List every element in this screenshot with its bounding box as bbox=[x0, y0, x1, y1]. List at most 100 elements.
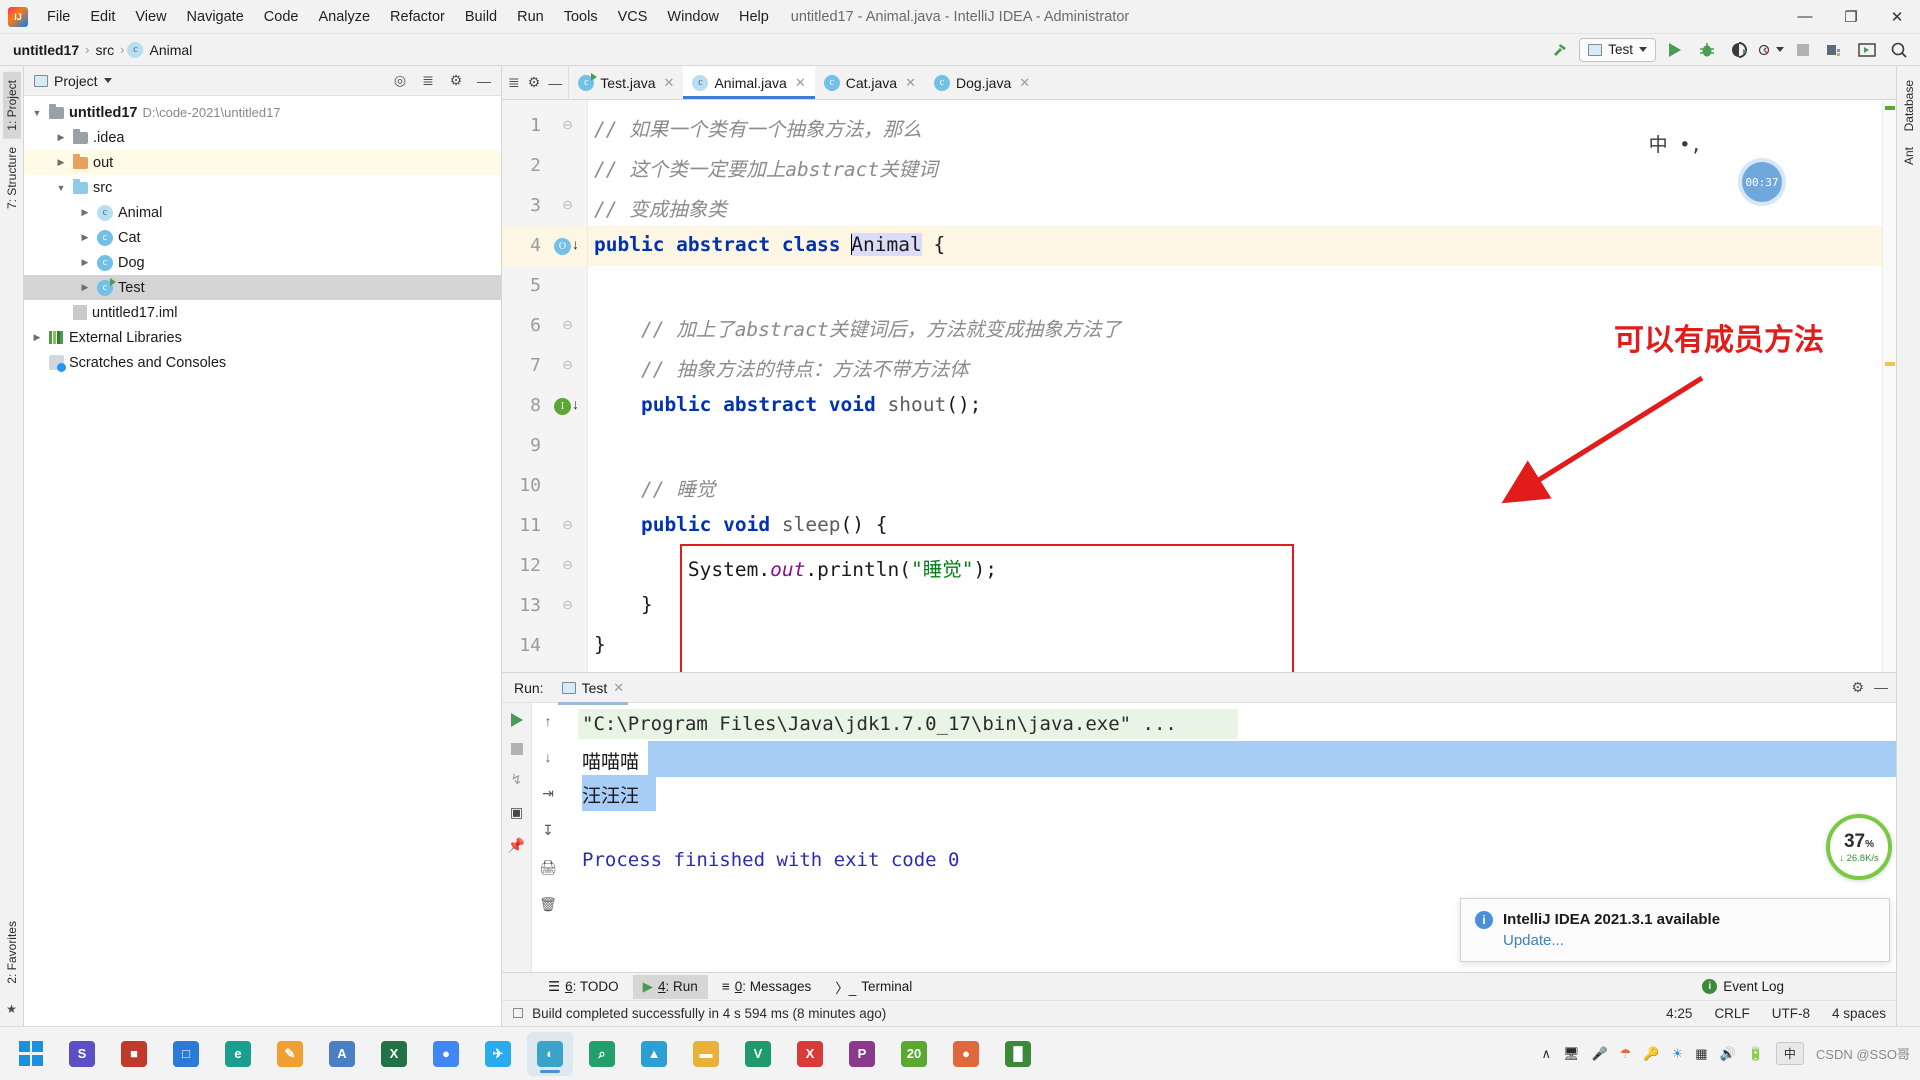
taskbar-telegram-app[interactable]: ✈ bbox=[475, 1032, 521, 1076]
menu-item-file[interactable]: File bbox=[38, 5, 79, 29]
chevron-right-icon[interactable]: ▶ bbox=[54, 132, 68, 143]
caret-position[interactable]: 4:25 bbox=[1666, 1006, 1692, 1021]
code-fold-icon[interactable]: ⊖ bbox=[562, 117, 573, 133]
implemented-method-marker[interactable]: I ↓ bbox=[554, 396, 579, 415]
taskbar-snipaste-app[interactable]: S bbox=[59, 1032, 105, 1076]
taskbar-bluestacks-app[interactable]: □ bbox=[163, 1032, 209, 1076]
chevron-right-icon[interactable]: ▶ bbox=[78, 207, 92, 218]
scroll-to-end-icon[interactable]: ↧ bbox=[542, 822, 554, 839]
code-line[interactable]: public abstract class Animal { bbox=[588, 226, 1882, 266]
editor-scroll-markers[interactable] bbox=[1882, 100, 1896, 672]
stop-icon[interactable] bbox=[510, 743, 523, 755]
editor-gutter[interactable]: 1 ⊖ 2 3 ⊖ 4 O ↓ 5 6 ⊖ 7 ⊖ 8 I ↓ 9 10 11 ⊖ 12 ⊖ 13 ⊖ 14 bbox=[502, 100, 588, 672]
project-tree[interactable]: ▼ untitled17 D:\code-2021\untitled17 ▶ .… bbox=[24, 96, 501, 1026]
taskbar-idea-app[interactable]: ▲ bbox=[631, 1032, 677, 1076]
code-line[interactable]: System.out.println("睡觉"); bbox=[588, 546, 1882, 586]
battery-icon[interactable]: 🔋 bbox=[1748, 1046, 1764, 1062]
code-fold-icon[interactable]: ⊖ bbox=[562, 197, 573, 213]
timer-bubble[interactable]: 00:37 bbox=[1742, 162, 1782, 202]
chevron-down-icon[interactable]: ▼ bbox=[54, 183, 68, 193]
menu-item-run[interactable]: Run bbox=[508, 5, 553, 29]
taskbar-chrome-browser[interactable]: ● bbox=[423, 1032, 469, 1076]
menu-item-view[interactable]: View bbox=[126, 5, 175, 29]
rerun-icon[interactable] bbox=[510, 713, 523, 727]
debug-icon[interactable] bbox=[1694, 38, 1720, 62]
chevron-right-icon[interactable]: ▶ bbox=[78, 257, 92, 268]
build-hammer-icon[interactable] bbox=[1547, 38, 1573, 62]
hide-panel-icon[interactable]: — bbox=[473, 70, 495, 92]
menu-item-tools[interactable]: Tools bbox=[555, 5, 607, 29]
mic-icon[interactable]: 🎤 bbox=[1592, 1046, 1608, 1062]
star-icon[interactable]: ★ bbox=[6, 1002, 17, 1016]
menu-item-vcs[interactable]: VCS bbox=[609, 5, 657, 29]
breadcrumb[interactable]: untitled17 › src › c Animal bbox=[10, 40, 195, 60]
tree-node-src[interactable]: ▼ src bbox=[24, 175, 501, 200]
taskbar-pdf-app[interactable]: P bbox=[839, 1032, 885, 1076]
taskbar-firefox-app[interactable]: ● bbox=[943, 1032, 989, 1076]
run-icon[interactable] bbox=[1662, 38, 1688, 62]
tree-node-cat[interactable]: ▶ c Cat bbox=[24, 225, 501, 250]
tree-node-test[interactable]: ▶ c Test bbox=[24, 275, 501, 300]
tab-animal-java[interactable]: c Animal.java ✕ bbox=[683, 66, 816, 99]
tree-node-external-libraries[interactable]: ▶ External Libraries bbox=[24, 325, 501, 350]
search-everywhere-icon[interactable] bbox=[1886, 38, 1912, 62]
code-line[interactable] bbox=[588, 266, 1882, 306]
menu-item-code[interactable]: Code bbox=[255, 5, 308, 29]
tool-window-messages[interactable]: ≡ 0: Messages bbox=[712, 975, 821, 998]
profiler-icon[interactable] bbox=[1758, 38, 1784, 62]
tab-dog-java[interactable]: c Dog.java ✕ bbox=[925, 66, 1039, 99]
scroll-from-source-icon[interactable]: ◎ bbox=[389, 70, 411, 92]
taskbar-video-app[interactable]: V bbox=[735, 1032, 781, 1076]
menu-item-navigate[interactable]: Navigate bbox=[178, 5, 253, 29]
grid-icon[interactable]: ▦ bbox=[1695, 1046, 1707, 1062]
monitor-icon[interactable]: 🖥 bbox=[1563, 1046, 1580, 1062]
code-fold-icon[interactable]: ⊖ bbox=[562, 317, 573, 333]
tree-node-scratches[interactable]: Scratches and Consoles bbox=[24, 350, 501, 375]
up-arrow-icon[interactable]: ↑ bbox=[545, 713, 552, 729]
maximize-button[interactable]: ❐ bbox=[1828, 0, 1874, 34]
menu-bar[interactable]: File Edit View Navigate Code Analyze Ref… bbox=[38, 5, 778, 29]
close-icon[interactable]: ✕ bbox=[795, 75, 806, 91]
menu-item-help[interactable]: Help bbox=[730, 5, 778, 29]
window-controls[interactable]: — ❐ ✕ bbox=[1782, 0, 1920, 34]
gear-icon[interactable]: ⚙ bbox=[528, 74, 541, 91]
taskbar-search-app[interactable]: ⌕ bbox=[579, 1032, 625, 1076]
close-icon[interactable]: ✕ bbox=[1019, 75, 1030, 91]
pin-icon[interactable]: 📌 bbox=[508, 837, 525, 854]
menu-item-refactor[interactable]: Refactor bbox=[381, 5, 454, 29]
close-icon[interactable]: ✕ bbox=[613, 680, 624, 696]
chevron-down-icon[interactable]: ▼ bbox=[30, 108, 44, 118]
volume-icon[interactable]: 🔊 bbox=[1720, 1046, 1736, 1062]
collapse-all-icon[interactable]: ≣ bbox=[508, 74, 520, 91]
tree-node-idea[interactable]: ▶ .idea bbox=[24, 125, 501, 150]
sidebar-tab-database[interactable]: Database bbox=[1900, 72, 1918, 139]
tree-node-animal[interactable]: ▶ c Animal bbox=[24, 200, 501, 225]
menu-item-build[interactable]: Build bbox=[456, 5, 506, 29]
tray-expand-icon[interactable]: ∧ bbox=[1541, 1046, 1551, 1062]
stop-icon[interactable] bbox=[1790, 38, 1816, 62]
taskbar-explorer-blue-app[interactable]: A bbox=[319, 1032, 365, 1076]
trash-icon[interactable]: 🗑 bbox=[539, 896, 557, 913]
breadcrumb-project[interactable]: untitled17 bbox=[10, 40, 82, 60]
tool-window-terminal[interactable]: 〉_ Terminal bbox=[825, 973, 922, 1001]
tree-node-out[interactable]: ▶ out bbox=[24, 150, 501, 175]
code-fold-icon[interactable]: ⊖ bbox=[562, 557, 573, 573]
start-button[interactable] bbox=[6, 1032, 56, 1076]
event-log-label[interactable]: Event Log bbox=[1723, 979, 1784, 994]
event-log-status[interactable]: i Event Log bbox=[1702, 979, 1784, 994]
code-text-area[interactable]: } } System.out.println("睡觉"); public voi… bbox=[588, 100, 1882, 672]
minimize-button[interactable]: — bbox=[1782, 0, 1828, 34]
thread-dump-icon[interactable]: ↯ bbox=[511, 771, 523, 788]
tree-node-dog[interactable]: ▶ c Dog bbox=[24, 250, 501, 275]
tab-test-java[interactable]: c Test.java ✕ bbox=[569, 66, 683, 99]
tree-node-untitled17[interactable]: ▼ untitled17 D:\code-2021\untitled17 bbox=[24, 100, 501, 125]
settings-gear-icon[interactable]: ⚙ bbox=[1851, 679, 1864, 696]
breadcrumb-animal[interactable]: Animal bbox=[146, 40, 195, 60]
run-with-coverage-icon[interactable] bbox=[1726, 38, 1752, 62]
code-fold-icon[interactable]: ⊖ bbox=[562, 597, 573, 613]
close-button[interactable]: ✕ bbox=[1874, 0, 1920, 34]
code-editor[interactable]: 1 ⊖ 2 3 ⊖ 4 O ↓ 5 6 ⊖ 7 ⊖ 8 I ↓ 9 10 11 ⊖ 12 ⊖ 13 ⊖ 14 } } Syste… bbox=[502, 100, 1896, 672]
print-icon[interactable]: 🖨 bbox=[539, 859, 557, 876]
code-fold-icon[interactable]: ⊖ bbox=[562, 357, 573, 373]
taskbar-browser-app[interactable]: ◐ bbox=[527, 1031, 573, 1076]
